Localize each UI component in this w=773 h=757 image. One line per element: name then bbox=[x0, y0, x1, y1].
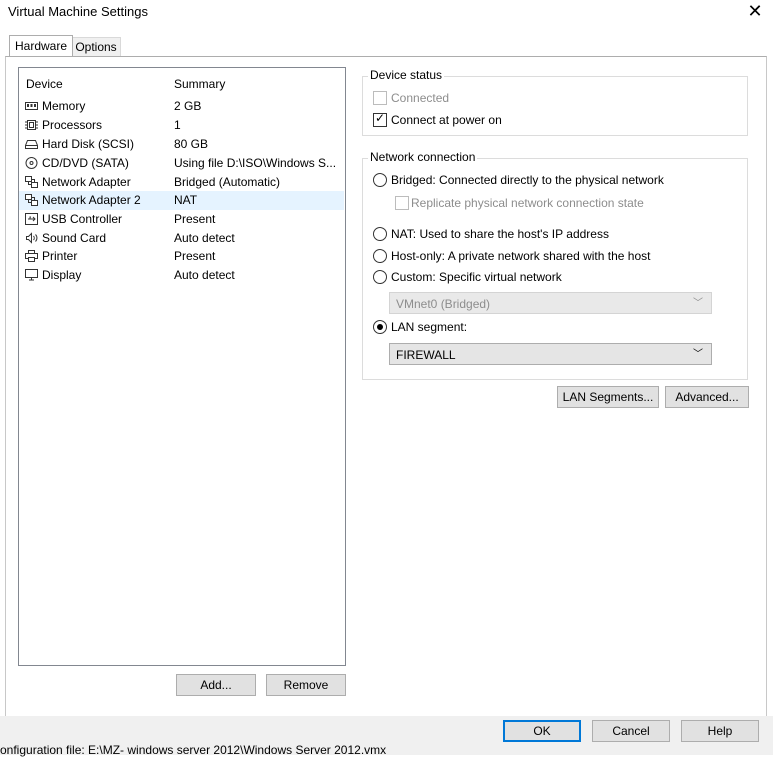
device-row-sound-card[interactable]: Sound Card Auto detect bbox=[19, 229, 344, 248]
nat-label: NAT: Used to share the host's IP address bbox=[391, 227, 609, 241]
device-row-memory[interactable]: Memory 2 GB bbox=[19, 97, 344, 116]
lan-segments-button[interactable]: LAN Segments... bbox=[557, 386, 659, 408]
device-summary: 1 bbox=[174, 118, 181, 132]
device-row-cd-dvd[interactable]: CD/DVD (SATA) Using file D:\ISO\Windows … bbox=[19, 154, 344, 173]
device-name: Network Adapter 2 bbox=[42, 193, 141, 207]
device-summary: NAT bbox=[174, 193, 198, 207]
lan-segment-radio[interactable] bbox=[373, 320, 387, 334]
chevron-down-icon: ﹀ bbox=[693, 349, 703, 360]
bridged-label: Bridged: Connected directly to the physi… bbox=[391, 173, 664, 187]
device-row-network-adapter[interactable]: Network Adapter Bridged (Automatic) bbox=[19, 173, 344, 192]
processor-icon bbox=[25, 120, 38, 130]
connected-label: Connected bbox=[391, 91, 450, 105]
replicate-label: Replicate physical network connection st… bbox=[411, 196, 644, 210]
display-icon bbox=[25, 269, 38, 281]
close-button[interactable]: ✕ bbox=[744, 0, 766, 22]
device-row-processors[interactable]: Processors 1 bbox=[19, 116, 344, 135]
tab-hardware[interactable]: Hardware bbox=[9, 35, 73, 56]
remove-device-button[interactable]: Remove bbox=[266, 674, 346, 696]
chevron-down-icon: ﹀ bbox=[693, 298, 703, 309]
lan-segment-select[interactable]: FIREWALL ﹀ bbox=[389, 343, 712, 365]
tab-options[interactable]: Options bbox=[71, 37, 121, 56]
device-summary: Present bbox=[174, 212, 216, 226]
checkmark-icon: ✓ bbox=[375, 111, 386, 125]
memory-icon bbox=[25, 102, 38, 110]
network-adapter-icon bbox=[25, 176, 38, 188]
device-row-display[interactable]: Display Auto detect bbox=[19, 266, 344, 285]
custom-radio[interactable] bbox=[373, 270, 387, 284]
cd-dvd-icon bbox=[25, 157, 38, 169]
device-name: Display bbox=[42, 268, 82, 282]
cancel-button[interactable]: Cancel bbox=[592, 720, 670, 742]
bridged-radio[interactable] bbox=[373, 173, 387, 187]
device-summary: 80 GB bbox=[174, 137, 209, 151]
device-summary: 2 GB bbox=[174, 99, 202, 113]
custom-network-value: VMnet0 (Bridged) bbox=[396, 297, 491, 311]
device-status-legend: Device status bbox=[368, 68, 445, 82]
add-device-button[interactable]: Add... bbox=[176, 674, 256, 696]
speaker-icon bbox=[26, 232, 38, 244]
device-name: Printer bbox=[42, 249, 78, 263]
device-name: Processors bbox=[42, 118, 103, 132]
device-row-network-adapter-2[interactable]: Network Adapter 2 NAT bbox=[19, 191, 344, 210]
network-adapter-icon bbox=[25, 194, 38, 206]
device-summary: Present bbox=[174, 249, 216, 263]
network-connection-legend: Network connection bbox=[368, 150, 478, 164]
hard-disk-icon bbox=[25, 140, 38, 149]
host-only-label: Host-only: A private network shared with… bbox=[391, 249, 651, 263]
host-only-radio[interactable] bbox=[373, 249, 387, 263]
connect-at-power-on-checkbox[interactable]: ✓ bbox=[373, 111, 387, 127]
custom-label: Custom: Specific virtual network bbox=[391, 270, 562, 284]
device-summary: Auto detect bbox=[174, 268, 235, 282]
device-name: CD/DVD (SATA) bbox=[42, 156, 129, 170]
summary-column-header[interactable]: Summary bbox=[174, 77, 225, 91]
device-name: Memory bbox=[42, 99, 86, 113]
lan-segment-value: FIREWALL bbox=[396, 348, 456, 362]
window-title: Virtual Machine Settings bbox=[8, 4, 148, 19]
nat-radio[interactable] bbox=[373, 227, 387, 241]
connect-at-power-on-label: Connect at power on bbox=[391, 113, 502, 127]
lan-segment-label: LAN segment: bbox=[391, 320, 468, 334]
connected-checkbox[interactable] bbox=[373, 91, 387, 105]
device-row-usb-controller[interactable]: USB Controller Present bbox=[19, 210, 344, 229]
advanced-button[interactable]: Advanced... bbox=[665, 386, 749, 408]
close-icon: ✕ bbox=[747, 1, 763, 21]
device-summary: Using file D:\ISO\Windows S... bbox=[174, 156, 337, 170]
usb-icon bbox=[25, 213, 38, 225]
help-button[interactable]: Help bbox=[681, 720, 759, 742]
device-column-header[interactable]: Device bbox=[26, 77, 63, 91]
device-name: Network Adapter bbox=[42, 175, 131, 189]
device-name: Sound Card bbox=[42, 231, 107, 245]
device-name: Hard Disk (SCSI) bbox=[42, 137, 135, 151]
printer-icon bbox=[25, 250, 38, 262]
device-summary: Auto detect bbox=[174, 231, 235, 245]
ok-button[interactable]: OK bbox=[503, 720, 581, 742]
device-name: USB Controller bbox=[42, 212, 123, 226]
replicate-checkbox[interactable] bbox=[395, 196, 409, 210]
device-row-hard-disk[interactable]: Hard Disk (SCSI) 80 GB bbox=[19, 135, 344, 154]
device-row-printer[interactable]: Printer Present bbox=[19, 247, 344, 266]
device-status-group bbox=[362, 76, 748, 136]
device-summary: Bridged (Automatic) bbox=[174, 175, 281, 189]
custom-network-select[interactable]: VMnet0 (Bridged) ﹀ bbox=[389, 292, 712, 314]
